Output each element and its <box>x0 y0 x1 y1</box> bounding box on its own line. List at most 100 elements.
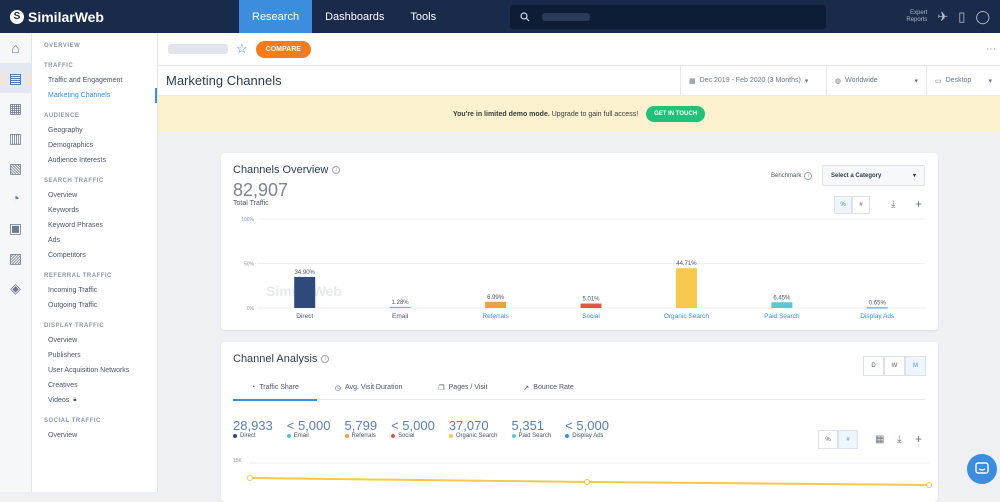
nav-tab-tools[interactable]: Tools <box>397 0 449 33</box>
sidebar-item[interactable]: Overview <box>32 188 157 203</box>
sidebar-item[interactable]: Outgoing Traffic <box>32 298 157 313</box>
info-icon[interactable]: i <box>321 355 330 363</box>
sidebar-item[interactable]: Traffic and Engagement <box>32 73 157 88</box>
download-excel-icon[interactable]: ⤓ <box>897 434 901 445</box>
category-label[interactable]: Display Ads <box>860 313 895 320</box>
legend-dot <box>286 434 291 438</box>
tab-traffic-share[interactable]: ◔ Traffic Share <box>233 376 317 401</box>
percent-toggle[interactable]: % <box>818 430 838 449</box>
granularity-month[interactable]: M <box>905 356 926 376</box>
search-query-blurred <box>542 13 590 21</box>
device-selector[interactable]: ▭ Desktop ▾ <box>926 65 1000 96</box>
brand-logo[interactable]: S SimilarWeb <box>0 9 239 25</box>
granularity-week[interactable]: W <box>884 356 905 376</box>
channels-overview-chart: 100%50%0%SimilarWeb34.90%Direct1.28%Emai… <box>241 217 925 320</box>
tab-bounce-rate[interactable]: ↗ Bounce Rate <box>505 376 591 400</box>
rocket-icon[interactable]: ✈ <box>937 9 948 25</box>
bar[interactable] <box>294 276 316 308</box>
number-toggle[interactable]: # <box>838 430 858 449</box>
category-select[interactable]: Select a Category ▾ <box>822 165 925 186</box>
chat-support-button[interactable] <box>967 454 997 484</box>
sidebar-section-header[interactable]: OVERVIEW <box>32 33 157 53</box>
compare-button[interactable]: COMPARE <box>255 40 311 58</box>
sidebar-section-header[interactable]: REFERRAL TRAFFIC <box>32 263 157 283</box>
category-label[interactable]: Paid Search <box>764 313 800 320</box>
sidebar-item[interactable]: Publishers <box>32 348 157 363</box>
date-range-selector[interactable]: ▦ Dec 2019 - Feb 2020 (3 Months) ▾ <box>680 65 826 96</box>
download-excel-icon[interactable]: ⤓ <box>891 199 895 210</box>
user-icon[interactable]: ◯ <box>975 9 990 25</box>
sidebar-section-header[interactable]: DISPLAY TRAFFIC <box>32 313 157 333</box>
country-selector[interactable]: ◍ Worldwide ▾ <box>826 65 926 96</box>
metric-label-row: Social <box>391 433 414 439</box>
tab-pages-per-visit[interactable]: ❐ Pages / Visit <box>420 376 505 400</box>
sidebar-item[interactable]: Ads <box>32 233 157 248</box>
total-traffic-label: Total Traffic <box>233 200 269 207</box>
segments-icon[interactable]: ◔ <box>0 183 31 213</box>
sidebar-section-header[interactable]: SOCIAL TRAFFIC <box>32 408 157 428</box>
bar[interactable] <box>389 306 411 308</box>
home-icon[interactable]: ⌂ <box>0 33 31 63</box>
metric-value: 37,070 <box>448 418 489 433</box>
category-label[interactable]: Organic Search <box>664 313 710 320</box>
sidebar-item[interactable]: Demographics <box>32 138 157 153</box>
channel-metric[interactable]: 28,933 Direct <box>233 418 273 439</box>
sidebar-item[interactable]: Videos 🔒︎ <box>32 393 157 408</box>
nav-tab-dashboards[interactable]: Dashboards <box>312 0 397 33</box>
category-label[interactable]: Social <box>582 313 600 320</box>
bar[interactable] <box>580 303 602 308</box>
channel-metric[interactable]: 5,351 Paid Search <box>511 418 551 439</box>
sidebar-item-label: Incoming Traffic <box>48 287 98 294</box>
info-icon[interactable]: i <box>804 172 813 180</box>
keyword-analysis-icon[interactable]: ▥ <box>0 123 31 153</box>
expert-reports-link[interactable]: Expert Reports <box>906 10 927 24</box>
sidebar-item[interactable]: Geography <box>32 123 157 138</box>
get-in-touch-button[interactable]: GET IN TOUCH <box>646 106 706 122</box>
clock-icon: ◷ <box>334 384 342 392</box>
sidebar-item[interactable]: Competitors <box>32 248 157 263</box>
info-icon[interactable]: i <box>332 166 341 174</box>
book-icon[interactable]: ▯ <box>958 9 965 25</box>
website-analysis-icon[interactable]: ▤ <box>0 63 31 93</box>
bar[interactable] <box>866 307 888 309</box>
sidebar-item[interactable]: Keywords <box>32 203 157 218</box>
channel-metric[interactable]: 5,799 Referrals <box>344 418 377 439</box>
add-to-dashboard-icon[interactable]: + <box>915 197 922 211</box>
sidebar-section-header[interactable]: TRAFFIC <box>32 53 157 73</box>
sidebar-item[interactable]: Audience Interests <box>32 153 157 168</box>
sidebar-item[interactable]: Overview <box>32 333 157 348</box>
add-to-dashboard-icon[interactable]: + <box>915 432 922 446</box>
tab-avg-visit-duration[interactable]: ◷ Avg. Visit Duration <box>317 376 420 400</box>
sidebar-item[interactable]: Creatives <box>32 378 157 393</box>
category-label[interactable]: Referrals <box>482 313 509 320</box>
bar[interactable] <box>771 302 793 308</box>
mobile-apps-icon[interactable]: ▨ <box>0 243 31 273</box>
sidebar-item[interactable]: Keyword Phrases <box>32 218 157 233</box>
channel-metric[interactable]: < 5,000 Email <box>286 418 331 439</box>
favorite-star-icon[interactable]: ☆ <box>236 41 248 57</box>
bar-value-label: 0.65% <box>869 300 887 306</box>
benchmark-label-row: Benchmark i <box>771 172 813 180</box>
sidebar-item[interactable]: Marketing Channels <box>32 88 157 103</box>
sidebar-item-label: Overview <box>48 192 78 199</box>
nav-tab-research[interactable]: Research <box>239 0 313 33</box>
channel-metric[interactable]: < 5,000 Social <box>391 418 435 439</box>
channel-metric[interactable]: < 5,000 Display Ads <box>565 418 609 439</box>
search-input[interactable] <box>510 5 826 29</box>
bar[interactable] <box>675 268 697 308</box>
conversion-icon[interactable]: ▣ <box>0 213 31 243</box>
channel-metric[interactable]: 37,070 Organic Search <box>448 418 498 439</box>
bar[interactable] <box>485 301 507 308</box>
industry-analysis-icon[interactable]: ▧ <box>0 153 31 183</box>
sidebar-item[interactable]: Overview <box>32 428 157 443</box>
legend-dot <box>511 434 516 438</box>
granularity-day[interactable]: D <box>863 356 884 376</box>
sidebar-item[interactable]: Incoming Traffic <box>32 283 157 298</box>
app-analysis-icon[interactable]: ▦ <box>0 93 31 123</box>
table-view-icon[interactable]: ▦ <box>875 434 884 445</box>
sidebar-section-header[interactable]: SEARCH TRAFFIC <box>32 168 157 188</box>
marketing-icon[interactable]: ◈ <box>0 273 31 303</box>
sidebar-item[interactable]: User Acquisition Networks <box>32 363 157 378</box>
more-options-icon[interactable]: ⋯ <box>986 44 996 55</box>
sidebar-section-header[interactable]: AUDIENCE <box>32 103 157 123</box>
